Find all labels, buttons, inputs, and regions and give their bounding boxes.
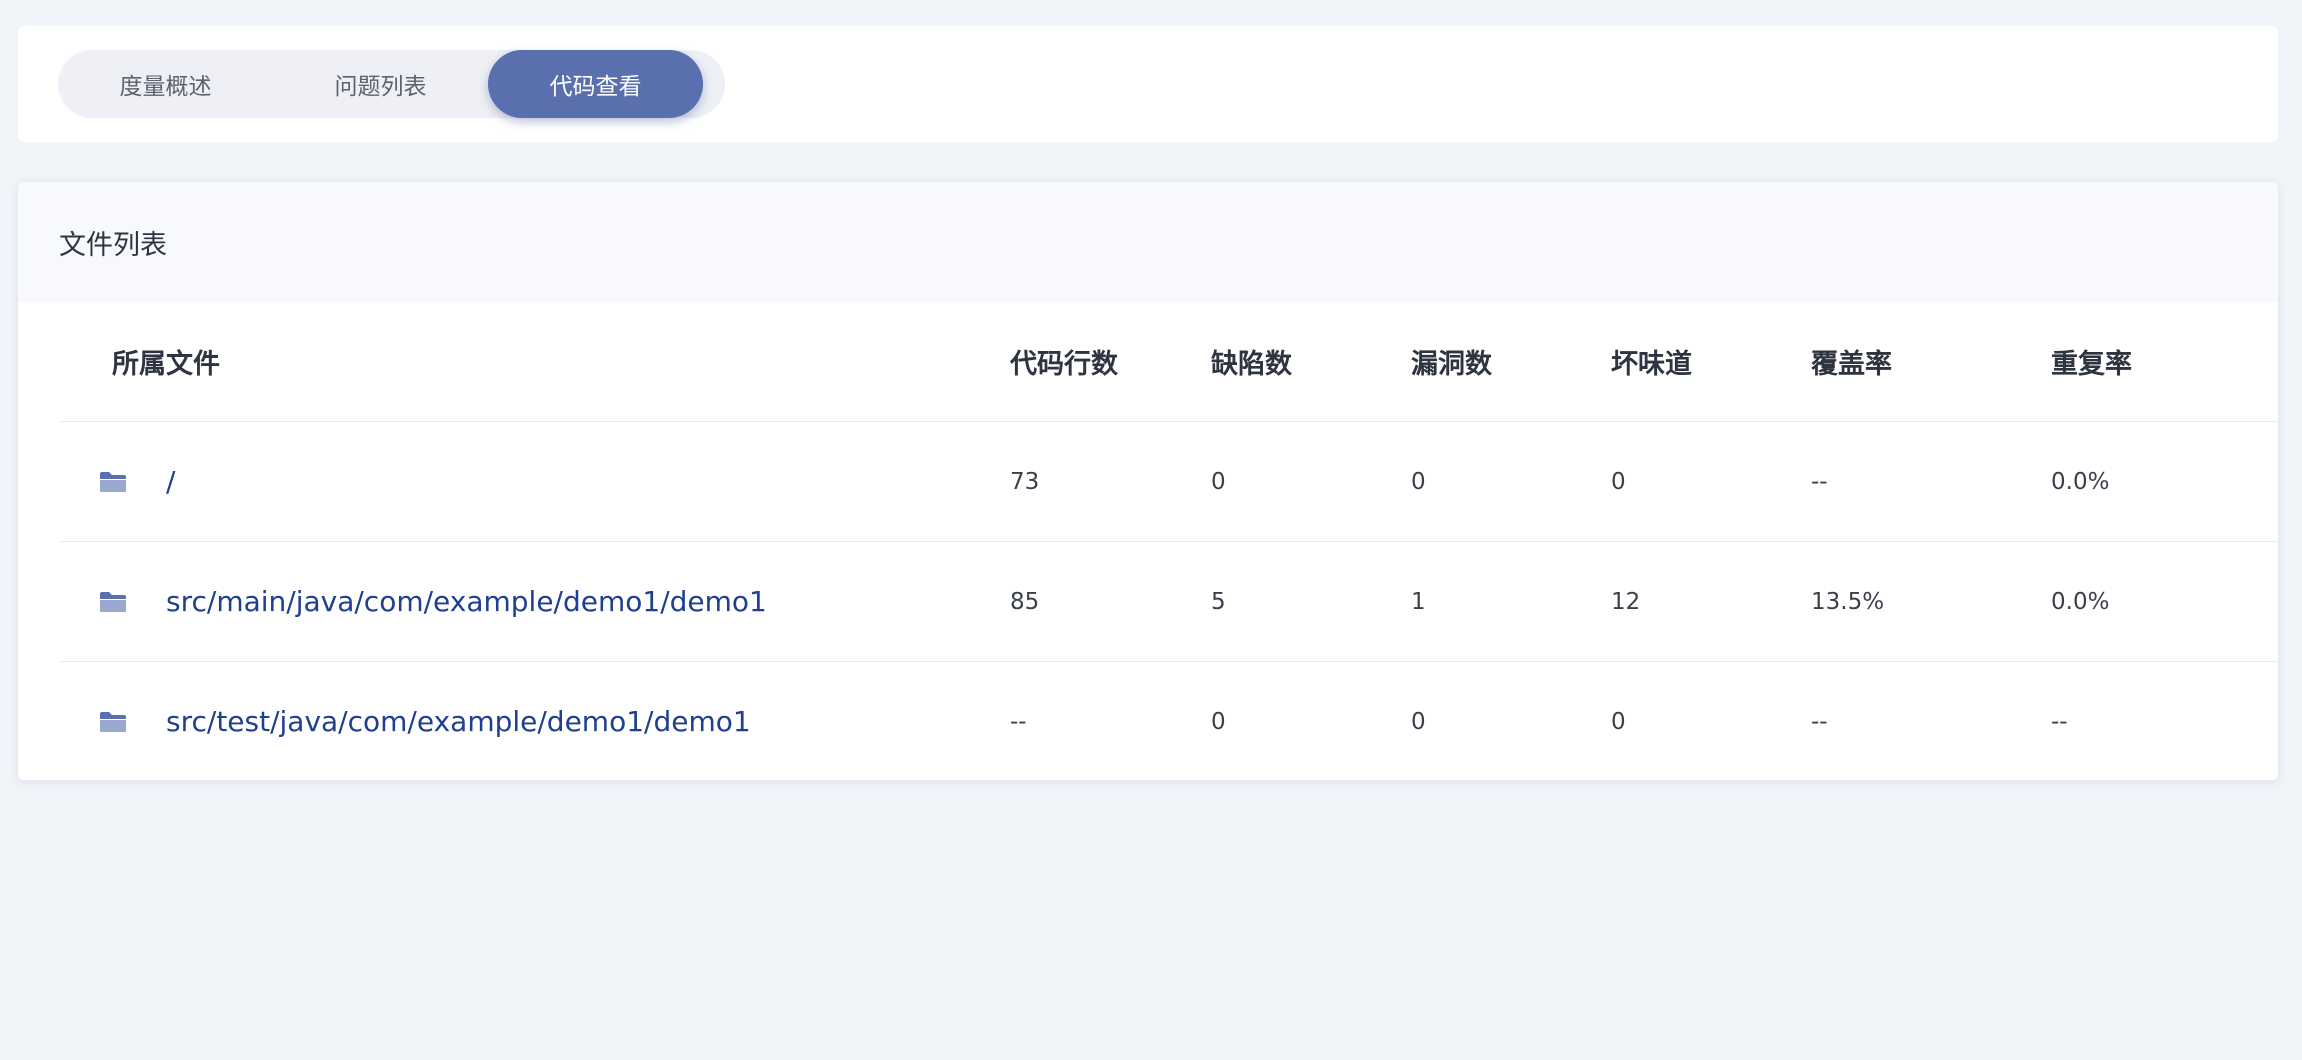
view-tabs: 度量概述 问题列表 代码查看 bbox=[58, 50, 725, 118]
duplication-cell: -- bbox=[2051, 708, 2068, 735]
column-header-file: 所属文件 bbox=[59, 302, 1010, 422]
view-tabs-card: 度量概述 问题列表 代码查看 bbox=[18, 26, 2278, 142]
column-header-duplication: 重复率 bbox=[2051, 302, 2278, 422]
defects-cell: 5 bbox=[1211, 541, 1411, 662]
tab-code-view[interactable]: 代码查看 bbox=[488, 50, 703, 118]
defects-cell: 0 bbox=[1211, 421, 1411, 542]
code-smells-cell: 0 bbox=[1611, 708, 1626, 735]
column-header-defects: 缺陷数 bbox=[1211, 302, 1411, 422]
column-header-code-smells: 坏味道 bbox=[1611, 302, 1811, 422]
lines-cell: 85 bbox=[1010, 541, 1211, 662]
file-cell: src/test/java/com/example/demo1/demo1 bbox=[59, 662, 1010, 781]
column-header-coverage: 覆盖率 bbox=[1811, 302, 2051, 422]
code-smells-cell: 0 bbox=[1611, 421, 1811, 542]
folder-icon bbox=[100, 591, 126, 612]
column-header-lines: 代码行数 bbox=[1010, 302, 1211, 422]
table-row: src/main/java/com/example/demo1/demo1 85… bbox=[59, 541, 2278, 662]
coverage-cell: 13.5% bbox=[1811, 541, 2051, 662]
folder-icon bbox=[100, 711, 126, 732]
coverage-cell: -- bbox=[1811, 708, 1828, 735]
vulnerabilities-cell: 0 bbox=[1411, 421, 1611, 542]
duplication-cell: 0.0% bbox=[2051, 421, 2278, 542]
vulnerabilities-cell: 0 bbox=[1411, 708, 1426, 735]
duplication-cell: 0.0% bbox=[2051, 541, 2278, 662]
file-cell: src/main/java/com/example/demo1/demo1 bbox=[59, 541, 1010, 662]
code-smells-cell: 12 bbox=[1611, 541, 1811, 662]
file-link[interactable]: src/main/java/com/example/demo1/demo1 bbox=[166, 585, 767, 618]
table-row: src/test/java/com/example/demo1/demo1 --… bbox=[59, 662, 2278, 781]
folder-icon bbox=[100, 471, 126, 492]
lines-cell: -- bbox=[1010, 708, 1027, 735]
table-header-row: 所属文件 代码行数 缺陷数 漏洞数 坏味道 覆盖率 重复率 bbox=[59, 302, 2278, 422]
tab-metrics-overview[interactable]: 度量概述 bbox=[58, 50, 273, 118]
coverage-cell: -- bbox=[1811, 421, 2051, 542]
file-list-card: 文件列表 所属文件 代码行数 缺陷数 漏洞数 坏味道 覆盖率 重复率 / 73 … bbox=[18, 182, 2278, 780]
file-list-title: 文件列表 bbox=[18, 182, 2278, 302]
lines-cell: 73 bbox=[1010, 421, 1211, 542]
defects-cell: 0 bbox=[1211, 708, 1226, 735]
vulnerabilities-cell: 1 bbox=[1411, 541, 1611, 662]
column-header-vulnerabilities: 漏洞数 bbox=[1411, 302, 1611, 422]
file-link[interactable]: src/test/java/com/example/demo1/demo1 bbox=[166, 705, 751, 738]
table-row: / 73 0 0 0 -- 0.0% bbox=[59, 421, 2278, 542]
file-cell: / bbox=[59, 421, 1010, 542]
file-link[interactable]: / bbox=[166, 465, 175, 498]
file-table: 所属文件 代码行数 缺陷数 漏洞数 坏味道 覆盖率 重复率 / 73 0 0 0… bbox=[59, 302, 2278, 780]
tab-issue-list[interactable]: 问题列表 bbox=[273, 50, 488, 118]
